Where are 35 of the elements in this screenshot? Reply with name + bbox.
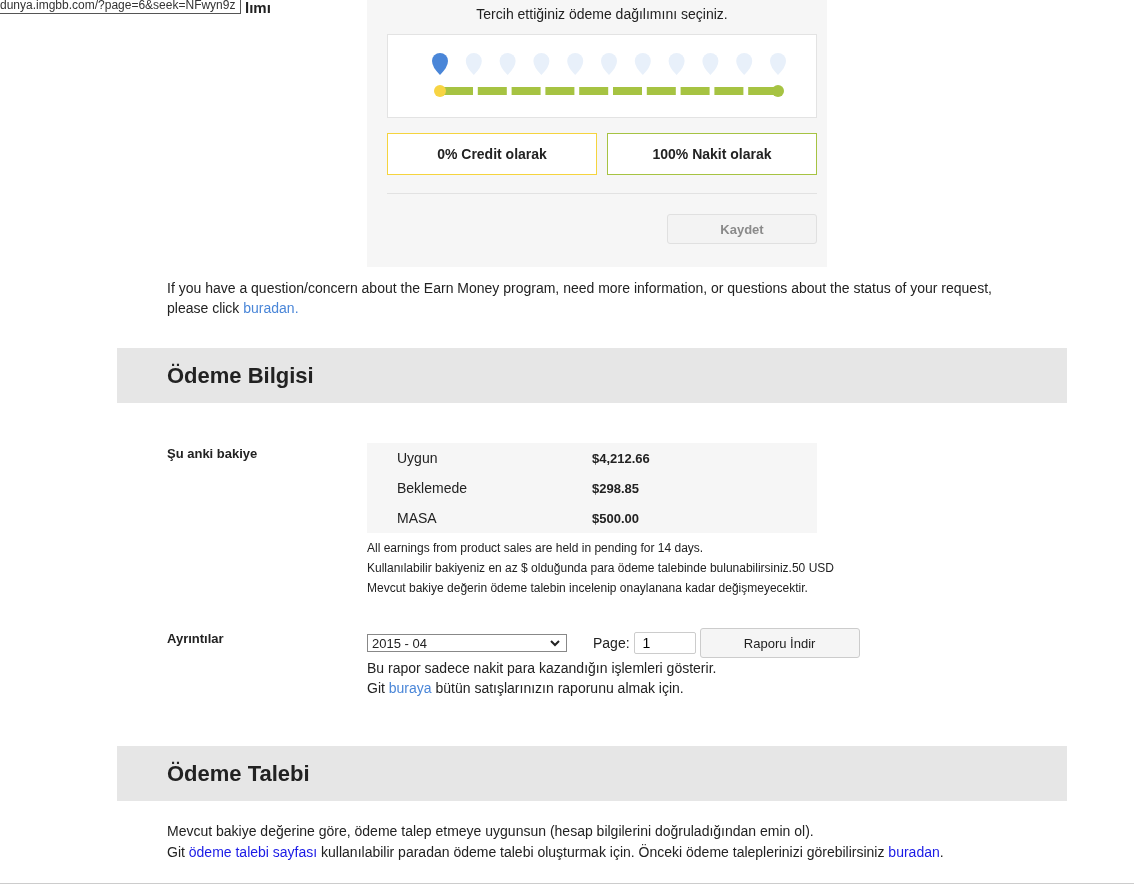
request-page-link[interactable]: ödeme talebi sayfası <box>188 844 318 860</box>
note-text: All earnings from product sales are held in pending for 14 days. <box>367 540 705 557</box>
month-dropdown[interactable]: 2015 - 04 <box>367 634 567 652</box>
balance-name: MASA <box>396 510 438 526</box>
cash-share-box: 100% Nakit olarak <box>607 133 817 175</box>
slider-thumb[interactable] <box>432 53 448 75</box>
download-report-button[interactable]: Raporu İndir <box>699 628 860 658</box>
previous-requests-link[interactable]: buradan <box>888 844 940 860</box>
link-url-tooltip: dunya.imgbb.com/?page=6&seek=NFwyn9z <box>0 0 242 14</box>
credit-share-box: 0% Credit olarak <box>387 133 597 175</box>
balance-amount: $500.00 <box>592 510 639 526</box>
prompt-text: Tercih ettiğiniz ödeme dağılımını seçiniz. <box>475 5 729 24</box>
page-label: Page: <box>593 635 630 651</box>
note-text: Mevcut bakiye değerin ödeme talebin incelenip onaylanana kadar değişmeyecektir. <box>367 580 809 597</box>
help-paragraph: If you have a question/concern about the Earn Money program, need more information, or questions about the status of your request, please click buradan. <box>167 279 993 318</box>
request-links-sentence: Git ödeme talebi sayfası kullanılabilir paradan ödeme talebi oluşturmak için. Önceki ödeme taleplerinizi görebilirsiniz buradan. <box>167 843 945 862</box>
report-link[interactable]: buraya <box>388 680 432 696</box>
balance-name: Beklemede <box>396 480 469 496</box>
balance-label: Şu anki bakiye <box>167 446 258 461</box>
request-text: Mevcut bakiye değerine göre, ödeme talep etmeye uygunsun (hesap bilgilerini doğruladığından emin ol). <box>167 822 815 841</box>
note-text: Kullanılabilir bakiyeniz en az $ olduğunda para ödeme talebinde bulunabilirsiniz.50 USD <box>367 560 835 577</box>
report-link-sentence: Git buraya bütün satışlarınızın raporunu almak için. <box>367 679 685 698</box>
page-input[interactable]: 1 <box>633 632 696 654</box>
details-label: Ayrıntılar <box>167 631 224 646</box>
section-title: Ödeme Talebi <box>167 760 310 787</box>
balance-amount: $298.85 <box>592 480 639 496</box>
chevron-down-icon <box>550 639 560 647</box>
balance-amount: $4,212.66 <box>592 450 650 466</box>
help-link[interactable]: buradan. <box>243 300 299 316</box>
section-title: Ödeme Bilgisi <box>167 362 314 389</box>
report-note: Bu rapor sadece nakit para kazandığın işlemleri gösterir. <box>367 659 718 678</box>
balance-name: Uygun <box>396 450 439 466</box>
credit-end-dot <box>434 85 446 97</box>
cash-end-dot <box>772 85 784 97</box>
section-heading: lımı <box>245 0 271 16</box>
